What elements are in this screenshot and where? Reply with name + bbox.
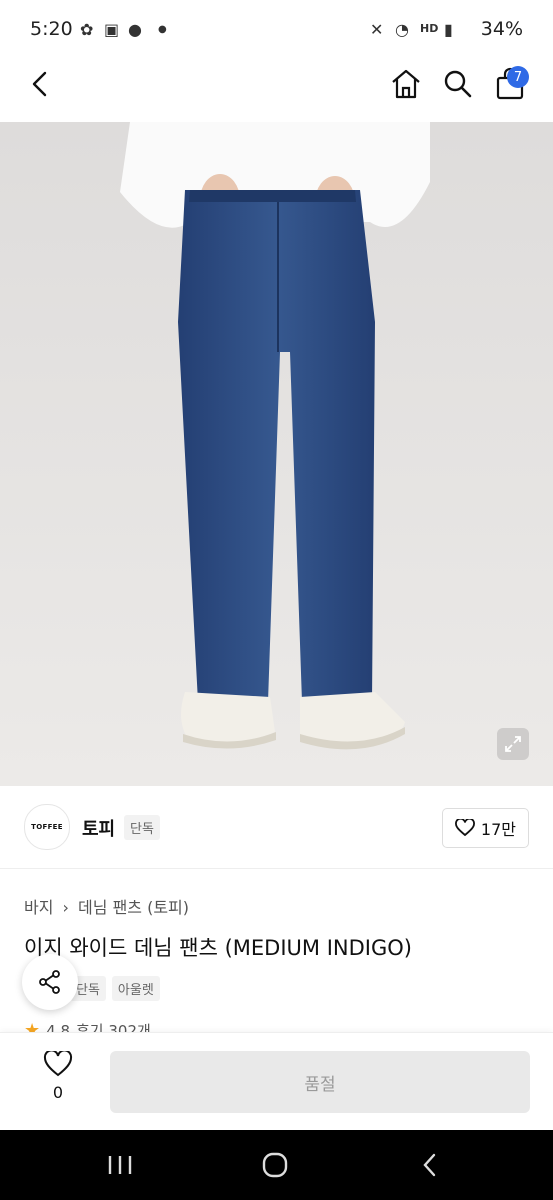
dot-icon: ● <box>158 24 167 35</box>
expand-icon <box>505 736 521 752</box>
share-button[interactable] <box>22 954 78 1010</box>
exclusive-badge: 단독 <box>124 815 160 840</box>
bottom-action-bar: 0 품절 <box>0 1032 553 1131</box>
breadcrumb-item[interactable]: 데님 팬츠 (토피) <box>78 898 189 917</box>
brand-name[interactable]: 토피 <box>82 815 115 841</box>
expand-image-button[interactable] <box>497 728 529 760</box>
product-photo <box>0 122 553 786</box>
chat-icon: ● <box>128 20 142 39</box>
home-button[interactable] <box>386 64 426 104</box>
network-icon: ✿ <box>80 20 94 39</box>
heart-icon <box>43 1049 73 1077</box>
recent-apps-icon[interactable] <box>106 1154 134 1176</box>
home-icon <box>392 69 420 99</box>
product-tags: 단독 아울렛 <box>70 976 160 1001</box>
brand-like-button[interactable]: 17만 <box>441 808 529 848</box>
status-bar: 5:20 ✿ ▣ ● ● ✕ ◔ HD ▮ 34% <box>0 0 553 60</box>
like-count: 17만 <box>480 820 516 839</box>
brand-logo[interactable]: TOFFEE <box>24 804 70 850</box>
heart-icon <box>455 819 475 837</box>
home-nav-icon[interactable] <box>261 1152 289 1178</box>
tag-outlet: 아울렛 <box>111 976 160 1001</box>
wifi-icon: ◔ <box>395 20 409 39</box>
breadcrumb: 바지 › 데님 팬츠 (토피) <box>24 894 189 918</box>
search-icon <box>444 70 472 98</box>
product-title: 이지 와이드 데님 팬츠 (MEDIUM INDIGO) <box>24 936 412 960</box>
top-header: 7 <box>0 60 553 122</box>
gallery-icon: ▣ <box>104 20 120 39</box>
cart-count-badge: 7 <box>507 66 529 88</box>
hd-voice-icon: HD <box>420 22 439 35</box>
status-time: 5:20 <box>30 18 73 40</box>
share-icon <box>39 970 60 994</box>
back-arrow-icon <box>32 71 47 97</box>
back-button[interactable] <box>20 64 60 104</box>
sold-out-button[interactable]: 품절 <box>110 1051 530 1113</box>
wishlist-count: 0 <box>52 1083 64 1102</box>
signal-icon: ▮ <box>444 20 453 39</box>
battery-text: 34% <box>480 18 523 40</box>
wishlist-button[interactable]: 0 <box>30 1049 86 1102</box>
back-nav-icon[interactable] <box>420 1152 440 1178</box>
search-button[interactable] <box>438 64 478 104</box>
system-nav-bar <box>0 1130 553 1200</box>
product-image[interactable] <box>0 122 553 786</box>
breadcrumb-item[interactable]: 바지 <box>24 898 53 917</box>
brand-row: TOFFEE 토피 단독 17만 <box>0 786 553 869</box>
mute-icon: ✕ <box>370 20 384 39</box>
chevron-right-icon: › <box>62 898 69 917</box>
